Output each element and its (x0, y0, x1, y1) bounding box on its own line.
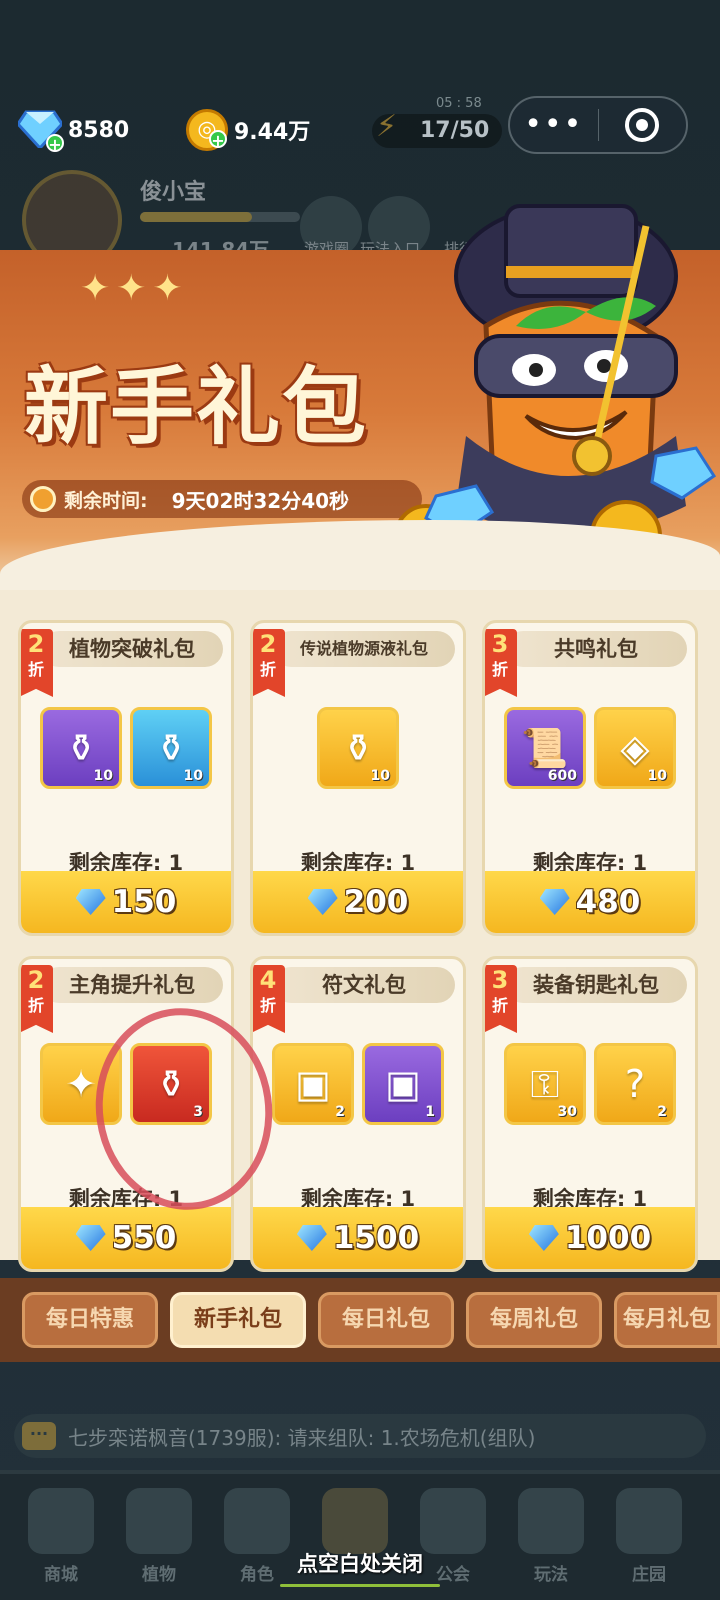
pack-card-rune[interactable]: 符文礼包 4折 ▣ 2 ▣ 1 剩余库存: 1 1500 (250, 956, 466, 1272)
buy-button[interactable]: 1500 (253, 1207, 463, 1269)
buy-button[interactable]: 200 (253, 871, 463, 933)
diamond-icon (75, 889, 106, 915)
manor-icon (616, 1488, 682, 1554)
pack-title: 植物突破礼包 (41, 631, 223, 667)
clock-icon (30, 486, 56, 512)
tab-monthly-pack[interactable]: 每月礼包 (614, 1292, 720, 1348)
purple-potion-icon[interactable]: ⚱ 10 (40, 707, 122, 789)
gameplay-icon (518, 1488, 584, 1554)
nav-manor[interactable]: 庄园 (604, 1482, 694, 1592)
diamond-count: 8580 (68, 117, 130, 143)
plant-icon (126, 1488, 192, 1554)
guild-icon (420, 1488, 486, 1554)
close-hint-underline (280, 1584, 440, 1587)
add-coin-icon[interactable]: + (209, 130, 227, 150)
player-name: 俊小宝 (140, 180, 207, 205)
tab-daily-special[interactable]: 每日特惠 (22, 1292, 158, 1348)
buy-button[interactable]: 150 (21, 871, 231, 933)
energy-count: 17/50 (420, 118, 490, 143)
scroll-icon[interactable]: 📜 600 (504, 707, 586, 789)
mini-program-capsule: ••• (508, 96, 688, 154)
shop-icon (28, 1488, 94, 1554)
chat-message: 七步栾诺枫音(1739服): 请来组队: 1.农场危机(组队) (68, 1425, 536, 1450)
discount-badge: 3折 (485, 965, 517, 1033)
diamond-icon: + (16, 108, 64, 154)
energy-bolt-icon: ⚡ (376, 109, 398, 144)
character-icon (224, 1488, 290, 1554)
discount-badge: 4折 (253, 965, 285, 1033)
close-ring-icon[interactable] (599, 108, 687, 142)
energy-resource[interactable]: ⚡ 17/50 (372, 110, 502, 148)
pack-title: 传说植物源液礼包 (273, 631, 455, 667)
add-diamond-icon[interactable]: + (46, 134, 64, 154)
sparkle-icon: ✦✦✦ (80, 268, 189, 309)
pack-card-plant-breakthrough[interactable]: 植物突破礼包 2折 ⚱ 10 ⚱ 10 剩余库存: 1 150 (18, 620, 234, 936)
tab-newbie-pack[interactable]: 新手礼包 (170, 1292, 306, 1348)
discount-badge: 2折 (21, 965, 53, 1033)
tab-weekly-pack[interactable]: 每周礼包 (466, 1292, 602, 1348)
diamond-icon (75, 1225, 106, 1251)
diamond-resource[interactable]: + 8580 (16, 108, 130, 154)
coin-count: 9.44万 (234, 120, 311, 145)
chat-bubble-icon: ··· (22, 1422, 56, 1450)
close-hint[interactable]: 点空白处关闭 (260, 1546, 460, 1582)
diamond-icon (528, 1225, 559, 1251)
diamond-icon (539, 889, 570, 915)
discount-badge: 3折 (485, 629, 517, 697)
coin-icon: ◎ + (186, 109, 228, 151)
energy-timer: 05 : 58 (436, 96, 482, 111)
exp-bar (140, 212, 300, 222)
nav-plants[interactable]: 植物 (114, 1482, 204, 1592)
rune-stone-icon[interactable]: ◈ 10 (594, 707, 676, 789)
pack-title: 符文礼包 (273, 967, 455, 1003)
buy-button[interactable]: 550 (21, 1207, 231, 1269)
orange-potion-icon[interactable]: ⚱ 10 (317, 707, 399, 789)
countdown: 剩余时间: 9天02时32分40秒 (22, 480, 422, 518)
discount-badge: 2折 (21, 629, 53, 697)
pack-title: 主角提升礼包 (41, 967, 223, 1003)
blue-potion-icon[interactable]: ⚱ 10 (130, 707, 212, 789)
page-title: 新手礼包 (24, 358, 369, 456)
green-chest-icon[interactable]: ▣ 2 (272, 1043, 354, 1125)
tab-bar: 每日特惠 新手礼包 每日礼包 每周礼包 每月礼包 (0, 1278, 720, 1362)
diamond-icon (296, 1225, 327, 1251)
buy-button[interactable]: 480 (485, 871, 695, 933)
discount-badge: 2折 (253, 629, 285, 697)
nav-gameplay[interactable]: 玩法 (506, 1482, 596, 1592)
tab-daily-pack[interactable]: 每日礼包 (318, 1292, 454, 1348)
pack-card-resonance[interactable]: 共鸣礼包 3折 📜 600 ◈ 10 剩余库存: 1 480 (482, 620, 698, 936)
coin-resource[interactable]: ◎ + 9.44万 (186, 108, 310, 152)
purple-chest-icon[interactable]: ▣ 1 (362, 1043, 444, 1125)
pack-card-equipment-key[interactable]: 装备钥匙礼包 3折 ⚿ 30 ? 2 剩余库存: 1 1000 (482, 956, 698, 1272)
chat-ticker[interactable]: ··· 七步栾诺枫音(1739服): 请来组队: 1.农场危机(组队) (14, 1414, 706, 1458)
battle-icon (322, 1488, 388, 1554)
pack-card-legend-plant-essence[interactable]: 传说植物源液礼包 2折 ⚱ 10 剩余库存: 1 200 (250, 620, 466, 936)
pack-title: 装备钥匙礼包 (505, 967, 687, 1003)
diamond-icon (307, 889, 338, 915)
buy-button[interactable]: 1000 (485, 1207, 695, 1269)
golden-key-icon[interactable]: ⚿ 30 (504, 1043, 586, 1125)
countdown-value: 9天02时32分40秒 (171, 488, 350, 513)
more-dots-icon[interactable]: ••• (510, 105, 598, 145)
countdown-label: 剩余时间: (64, 489, 148, 512)
mystery-crystal-icon[interactable]: ? 2 (594, 1043, 676, 1125)
nav-shop[interactable]: 商城 (16, 1482, 106, 1592)
pack-title: 共鸣礼包 (505, 631, 687, 667)
